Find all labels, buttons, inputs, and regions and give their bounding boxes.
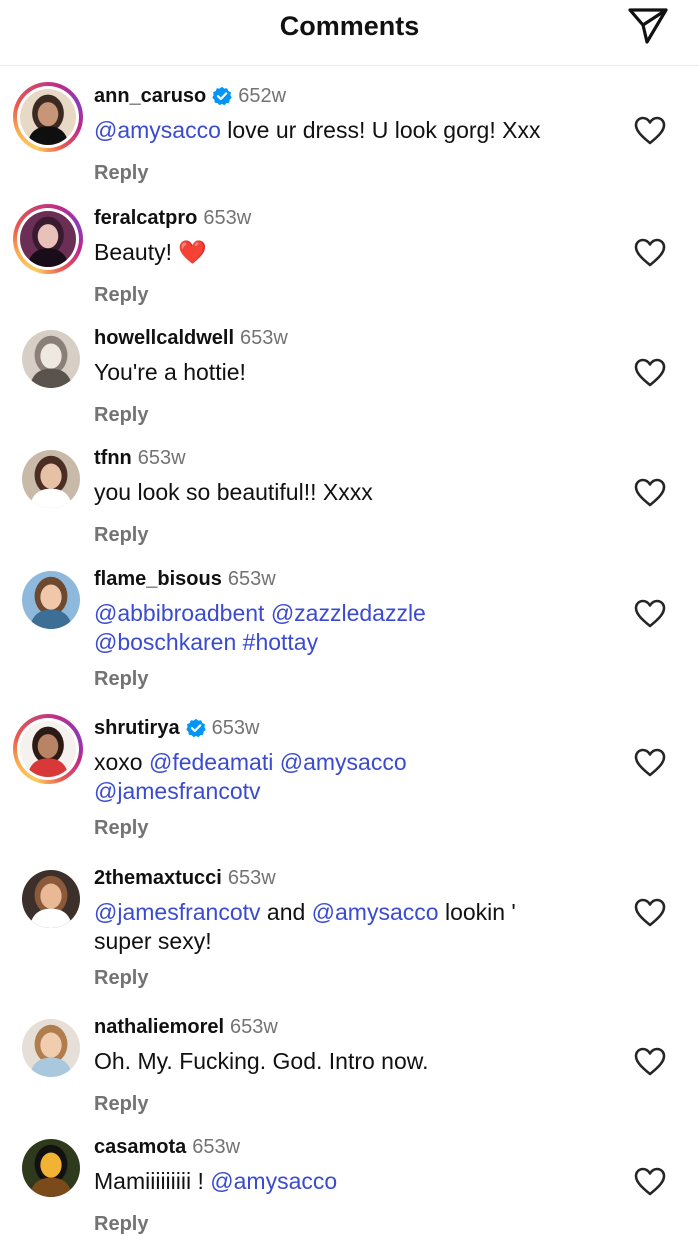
- reply-button[interactable]: Reply: [94, 1213, 148, 1236]
- comment-text: Mamiiiiiiiii ! @amysacco: [94, 1167, 614, 1196]
- mention-link[interactable]: @amysacco: [280, 749, 407, 775]
- heart-emoji: ❤️: [178, 239, 208, 265]
- comment-text-segment: and: [260, 899, 312, 925]
- username-link[interactable]: 2themaxtucci: [94, 867, 222, 890]
- mention-link[interactable]: @amysacco: [312, 899, 439, 925]
- header-bar: Comments: [0, 0, 699, 66]
- like-heart-icon[interactable]: [634, 478, 666, 508]
- username-link[interactable]: flame_bisous: [94, 568, 222, 591]
- like-heart-icon[interactable]: [634, 748, 666, 778]
- avatar-image: [22, 1019, 80, 1077]
- timestamp: 653w: [192, 1135, 241, 1158]
- reply-button[interactable]: Reply: [94, 668, 148, 691]
- avatar[interactable]: [13, 864, 83, 934]
- reply-button[interactable]: Reply: [94, 404, 148, 427]
- comment-meta: nathaliemorel 653w: [94, 1014, 278, 1040]
- avatar-image: [22, 571, 80, 629]
- like-heart-icon[interactable]: [634, 116, 666, 146]
- paper-plane-icon[interactable]: [627, 7, 669, 45]
- comment-text: You're a hottie!: [94, 358, 614, 387]
- verified-badge-icon: [212, 86, 232, 106]
- username-link[interactable]: shrutirya: [94, 717, 180, 740]
- like-heart-icon[interactable]: [634, 1047, 666, 1077]
- mention-link[interactable]: @amysacco: [210, 1168, 337, 1194]
- username-link[interactable]: nathaliemorel: [94, 1016, 224, 1039]
- comment-text-segment: lookin ': [438, 899, 516, 925]
- like-heart-icon[interactable]: [634, 898, 666, 928]
- username-link[interactable]: howellcaldwell: [94, 327, 234, 350]
- comment-text-segment: Oh. My. Fucking. God. Intro now.: [94, 1048, 429, 1074]
- like-heart-icon[interactable]: [634, 238, 666, 268]
- comment-text-segment: super sexy!: [94, 928, 212, 954]
- avatar[interactable]: [13, 565, 83, 635]
- comment-text-segment: Beauty!: [94, 239, 179, 265]
- reply-button[interactable]: Reply: [94, 162, 148, 185]
- like-heart-icon[interactable]: [634, 599, 666, 629]
- timestamp: 653w: [137, 446, 186, 469]
- mention-link[interactable]: @abbibroadbent: [94, 600, 264, 626]
- mention-link[interactable]: @zazzledazzle: [271, 600, 426, 626]
- comment-meta: howellcaldwell 653w: [94, 325, 288, 351]
- comment-text-segment: you look so beautiful!! Xxxx: [94, 479, 373, 505]
- reply-button[interactable]: Reply: [94, 284, 148, 307]
- like-heart-icon[interactable]: [634, 358, 666, 388]
- avatar[interactable]: [13, 444, 83, 514]
- comment-meta: feralcatpro 653w: [94, 205, 251, 231]
- avatar-image: [22, 1139, 80, 1197]
- avatar-image: [20, 721, 76, 777]
- comment-text: xoxo @fedeamati @amysacco @jamesfrancotv: [94, 748, 614, 806]
- reply-button[interactable]: Reply: [94, 967, 148, 990]
- comment-meta: shrutirya 653w: [94, 715, 259, 741]
- comment-text: @abbibroadbent @zazzledazzle @boschkaren …: [94, 599, 614, 657]
- comment-text: @jamesfrancotv and @amysacco lookin ' sup…: [94, 898, 614, 956]
- timestamp: 653w: [240, 326, 288, 349]
- avatar[interactable]: [13, 1133, 83, 1203]
- mention-link[interactable]: @amysacco: [94, 117, 221, 143]
- mention-link[interactable]: @jamesfrancotv: [94, 778, 261, 804]
- username-link[interactable]: feralcatpro: [94, 207, 197, 230]
- comment-text: Oh. My. Fucking. God. Intro now.: [94, 1047, 614, 1076]
- avatar[interactable]: [13, 82, 83, 152]
- avatar[interactable]: [13, 1013, 83, 1083]
- timestamp: 652w: [238, 84, 287, 107]
- avatar[interactable]: [13, 204, 83, 274]
- comment-text-segment: xoxo: [94, 749, 149, 775]
- mention-link[interactable]: @fedeamati: [149, 749, 273, 775]
- comment-meta: flame_bisous 653w: [94, 566, 276, 592]
- timestamp: 653w: [230, 1015, 278, 1038]
- avatar-image: [22, 870, 80, 928]
- comment-meta: tfnn 653w: [94, 445, 186, 471]
- reply-button[interactable]: Reply: [94, 524, 148, 547]
- comment-text: you look so beautiful!! Xxxx: [94, 478, 614, 507]
- mention-link[interactable]: @boschkaren: [94, 629, 236, 655]
- timestamp: 653w: [227, 567, 276, 590]
- comment-meta: 2themaxtucci 653w: [94, 865, 276, 891]
- avatar-image: [22, 330, 80, 388]
- avatar-image: [20, 211, 76, 267]
- verified-badge-icon: [185, 718, 206, 738]
- comment-text-segment: Mamiiiiiiiii !: [94, 1168, 211, 1194]
- username-link[interactable]: tfnn: [94, 447, 132, 470]
- avatar-image: [22, 450, 80, 508]
- page-title: Comments: [279, 11, 420, 41]
- username-link[interactable]: ann_caruso: [94, 85, 206, 108]
- comment-text: Beauty! ❤️: [94, 238, 614, 267]
- mention-link[interactable]: @jamesfrancotv: [94, 899, 261, 925]
- reply-button[interactable]: Reply: [94, 1093, 148, 1116]
- timestamp: 653w: [203, 206, 252, 229]
- username-link[interactable]: casamota: [94, 1136, 186, 1159]
- comment-meta: casamota 653w: [94, 1134, 240, 1160]
- timestamp: 653w: [227, 866, 276, 889]
- avatar[interactable]: [13, 714, 83, 784]
- timestamp: 653w: [211, 716, 260, 739]
- comment-text-segment: You're a hottie!: [94, 359, 246, 385]
- reply-button[interactable]: Reply: [94, 817, 148, 840]
- mention-link[interactable]: #hottay: [243, 629, 318, 655]
- like-heart-icon[interactable]: [634, 1167, 666, 1197]
- avatar-image: [20, 89, 76, 145]
- avatar[interactable]: [13, 324, 83, 394]
- comment-meta: ann_caruso 652w: [94, 83, 286, 109]
- comment-text-segment: love ur dress! U look gorg! Xxx: [220, 117, 541, 143]
- comment-text: @amysacco love ur dress! U look gorg! Xx…: [94, 116, 614, 145]
